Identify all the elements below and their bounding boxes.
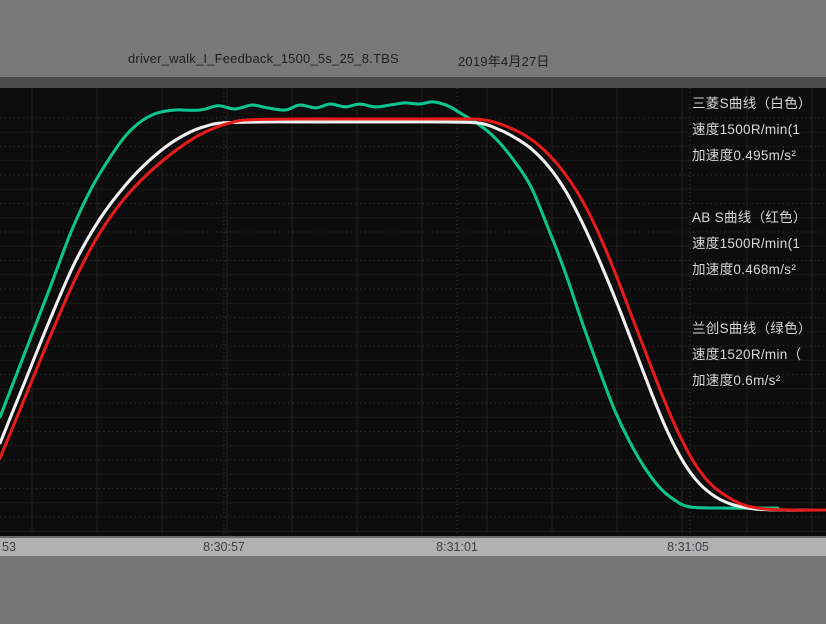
x-tick-label: 53 xyxy=(2,540,16,554)
legend-block-mitsubishi: 三菱S曲线（白色） 速度1500R/min(1 加速度0.495m/s² xyxy=(692,91,826,169)
legend-block-ab: AB S曲线（红色） 速度1500R/min(1 加速度0.468m/s² xyxy=(692,205,826,283)
legend-accel-value: 加速度0.6m/s² xyxy=(692,368,826,394)
legend-speed-value: 速度1520R/min（ xyxy=(692,342,826,368)
x-axis-strip: 53 8:30:57 8:31:01 8:31:05 xyxy=(0,536,826,556)
x-tick-label: 8:31:05 xyxy=(667,540,709,554)
legend-curve-name: 兰创S曲线（绿色） xyxy=(692,316,826,342)
legend-block-lanchuang: 兰创S曲线（绿色） 速度1520R/min（ 加速度0.6m/s² xyxy=(692,316,826,394)
legend-speed-value: 速度1500R/min(1 xyxy=(692,117,826,143)
legend-speed-value: 速度1500R/min(1 xyxy=(692,231,826,257)
legend-curve-name: 三菱S曲线（白色） xyxy=(692,91,826,117)
legend-curve-name: AB S曲线（红色） xyxy=(692,205,826,231)
red-curve xyxy=(0,119,826,510)
scope-viewer-window: driver_walk_I_Feedback_1500_5s_25_8.TBS … xyxy=(0,0,826,624)
x-tick-label: 8:30:57 xyxy=(203,540,245,554)
green-curve xyxy=(0,102,778,508)
legend-accel-value: 加速度0.468m/s² xyxy=(692,257,826,283)
x-tick-label: 8:31:01 xyxy=(436,540,478,554)
footer-bar xyxy=(0,556,826,624)
legend-accel-value: 加速度0.495m/s² xyxy=(692,143,826,169)
